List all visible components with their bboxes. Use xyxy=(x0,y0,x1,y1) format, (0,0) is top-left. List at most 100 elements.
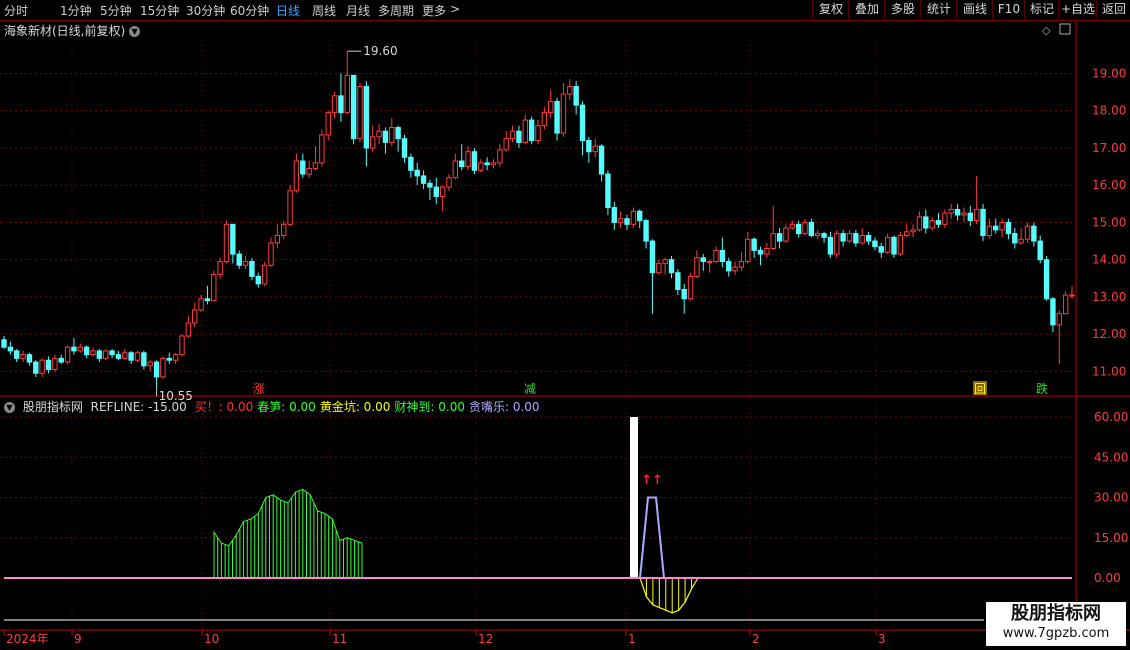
x-tick-label: 11 xyxy=(332,632,347,646)
indicator-fields: 买！: 0.00 春笋: 0.00 黄金坑: 0.00 财神到: 0.00 贪嘴乐: 0… xyxy=(195,400,544,414)
candle-body xyxy=(255,275,261,285)
candle-body xyxy=(401,138,408,158)
candle-body xyxy=(1069,294,1075,297)
x-tick-label: 12 xyxy=(478,632,493,646)
candle-body xyxy=(503,138,509,151)
candle-body xyxy=(395,127,401,140)
candle-body xyxy=(662,259,668,264)
candle-body xyxy=(71,346,77,352)
candle-body xyxy=(821,233,827,238)
x-tick-label: 2024年 xyxy=(6,632,49,646)
candle-body xyxy=(541,112,548,127)
candle-body xyxy=(249,261,255,277)
candle-body xyxy=(490,162,497,166)
candle-body xyxy=(420,175,427,184)
ind-y-tick-label: 30.00 xyxy=(1094,491,1128,505)
panel-toggle-icon xyxy=(1059,23,1071,35)
candle-body xyxy=(706,261,713,264)
y-tick-label: 17.00 xyxy=(1092,141,1126,155)
candle-body xyxy=(700,257,706,263)
candle-body xyxy=(528,119,535,142)
candle-body xyxy=(516,130,522,143)
candle-body xyxy=(192,309,198,324)
candle-body xyxy=(611,207,617,223)
candle-body xyxy=(719,249,726,263)
candle-body xyxy=(687,275,694,300)
indicator-field-1: 春笋: 0.00 xyxy=(257,400,316,414)
y-tick-label: 13.00 xyxy=(1092,290,1126,304)
candle-body xyxy=(522,119,528,143)
candle-body xyxy=(64,346,71,363)
candle-body xyxy=(312,162,319,169)
candle-body xyxy=(726,261,732,272)
candle-body xyxy=(993,225,999,231)
candle-body xyxy=(230,223,236,255)
candle-body xyxy=(1,339,7,348)
candle-body xyxy=(293,160,300,192)
candle-body xyxy=(605,173,611,209)
candle-body xyxy=(834,233,840,255)
candle-body xyxy=(656,262,662,274)
ind-y-tick-label: 0.00 xyxy=(1094,571,1121,585)
candle-body xyxy=(185,322,192,337)
candle-body xyxy=(732,266,738,272)
candle-body xyxy=(217,261,223,276)
x-tick-label: 2 xyxy=(752,632,760,646)
indicator-header: ▼ 股朋指标网 REFLINE: -15.00 买！: 0.00 春笋: 0.00… xyxy=(4,398,548,415)
candle-body xyxy=(1024,225,1031,240)
candle-body xyxy=(408,156,414,171)
candle-body xyxy=(446,177,452,188)
buy-arrow-label: ↑↑ xyxy=(641,473,663,488)
candle-body xyxy=(846,233,853,242)
candle-body xyxy=(134,352,141,361)
y-tick-label: 18.00 xyxy=(1092,104,1126,118)
candle-body xyxy=(980,208,986,236)
candle-body xyxy=(14,350,20,359)
candle-body xyxy=(83,346,90,356)
candle-body xyxy=(211,274,217,302)
refline-label: REFLINE: -15.00 xyxy=(90,400,187,414)
candle-body xyxy=(1050,298,1056,326)
indicator-field-0: 买！: 0.00 xyxy=(194,400,254,414)
candle-body xyxy=(331,95,338,114)
candle-body xyxy=(904,231,910,236)
indicator-field-2: 黄金坑: 0.00 xyxy=(319,400,391,414)
y-tick-label: 15.00 xyxy=(1092,215,1126,229)
candle-body xyxy=(738,261,745,268)
candle-body xyxy=(579,104,586,142)
candle-body xyxy=(58,357,64,363)
candle-body xyxy=(179,335,185,356)
chevron-down-icon[interactable]: ▼ xyxy=(4,402,15,413)
candle-body xyxy=(287,190,293,225)
candle-body xyxy=(554,100,560,134)
candle-body xyxy=(109,350,115,356)
yellow-band-outline xyxy=(639,577,699,614)
candle-body xyxy=(827,236,834,255)
candle-body xyxy=(859,234,865,244)
candle-body xyxy=(548,100,554,114)
indicator-name[interactable]: 股朋指标网 xyxy=(23,400,83,414)
candle-body xyxy=(865,234,872,242)
candle-body xyxy=(77,346,83,352)
candle-body xyxy=(986,225,993,236)
signal-marker: 涨 xyxy=(253,381,265,396)
candle-body xyxy=(204,298,211,302)
chart-canvas[interactable]: 19.00 18.00 17.00 16.00 15.00 14.00 13.00 12.00… xyxy=(0,0,1130,650)
candle-body xyxy=(1062,294,1069,315)
candle-body xyxy=(261,264,268,285)
candle-body xyxy=(948,208,954,214)
candle-body xyxy=(897,234,904,255)
candle-body xyxy=(643,220,649,242)
diamond-icon: ◇ xyxy=(1042,24,1051,37)
candle-body xyxy=(172,354,179,361)
candle-body xyxy=(757,249,764,255)
candle-body xyxy=(459,160,465,168)
candle-body xyxy=(363,86,370,149)
candle-body xyxy=(45,359,52,371)
candle-body xyxy=(236,253,242,266)
candle-body xyxy=(1037,240,1043,261)
candle-body xyxy=(427,182,433,188)
candle-body xyxy=(789,223,795,229)
y-tick-label: 16.00 xyxy=(1092,178,1126,192)
candle-body xyxy=(452,160,459,179)
